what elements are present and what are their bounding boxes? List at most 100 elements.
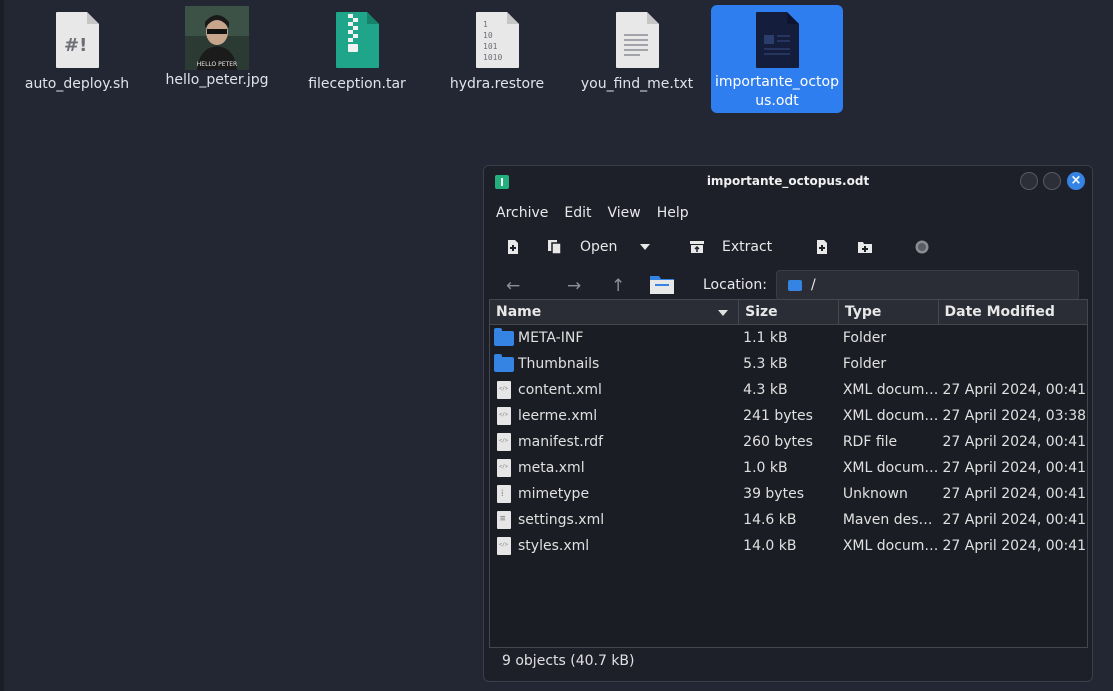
archive-icon: [334, 11, 380, 69]
file-name: content.xml: [518, 382, 602, 398]
file-name-cell: meta.xml: [490, 459, 739, 477]
stop-icon: [915, 240, 929, 254]
text-file-icon: [614, 11, 660, 69]
titlebar[interactable]: importante_octopus.odt ×: [484, 166, 1092, 198]
menu-edit[interactable]: Edit: [564, 205, 591, 221]
table-row[interactable]: META-INF 1.1 kB Folder: [490, 325, 1087, 351]
folder-icon: [494, 327, 514, 346]
file-type: RDF file: [842, 434, 898, 450]
binary-file-icon: [497, 485, 511, 503]
add-folder-button[interactable]: [858, 234, 872, 260]
column-header-date[interactable]: Date Modified: [939, 300, 1088, 324]
table-row[interactable]: settings.xml 14.6 kB Maven desc…27 April 2…: [490, 507, 1087, 533]
add-folder-icon: [858, 242, 872, 253]
desktop-icon-label: you_find_me.txt: [580, 76, 694, 92]
xml-file-icon: [497, 433, 511, 451]
forward-arrow-icon[interactable]: →: [567, 276, 581, 296]
file-date: 27 April 2024, 00:41: [942, 486, 1087, 502]
column-header-type[interactable]: Type: [839, 300, 939, 324]
extract-button[interactable]: Extract: [690, 234, 772, 260]
xml-file-icon: [497, 407, 511, 425]
file-type: Folder: [842, 356, 887, 372]
file-date: 27 April 2024, 00:41: [942, 512, 1087, 528]
text-file-icon: [497, 511, 511, 529]
toolbar: Open Extract: [484, 228, 1092, 266]
back-arrow-icon[interactable]: ←: [506, 276, 520, 296]
file-list-header: Name Size Type Date Modified: [490, 300, 1087, 325]
status-bar: 9 objects (40.7 kB): [502, 653, 635, 669]
file-name: settings.xml: [518, 512, 605, 528]
file-size: 260 bytes: [743, 434, 813, 450]
up-arrow-icon[interactable]: ↑: [611, 276, 625, 296]
location-path: /: [811, 277, 816, 293]
menu-view[interactable]: View: [608, 205, 641, 221]
file-size: 241 bytes: [743, 408, 813, 424]
extract-icon: [690, 241, 704, 253]
open-button[interactable]: Open: [548, 234, 617, 260]
file-size: 14.6 kB: [743, 512, 797, 528]
file-size: 5.3 kB: [743, 356, 788, 372]
table-row[interactable]: mimetype 39 bytes Unknown 27 April 2024, 00…: [490, 481, 1087, 507]
close-icon: ×: [1070, 173, 1082, 188]
add-files-button[interactable]: [815, 234, 829, 260]
desktop-icon-label: importante_octopus.odt: [715, 74, 839, 109]
file-name: manifest.rdf: [518, 434, 604, 450]
minimize-button[interactable]: [1020, 172, 1038, 190]
location-field[interactable]: /: [776, 270, 1079, 300]
desktop-icon-importante-octopus[interactable]: importante_octopus.odt: [711, 5, 843, 113]
file-type: Unknown: [842, 486, 908, 502]
desktop-icon-auto-deploy[interactable]: #! auto_deploy.sh: [11, 5, 143, 113]
table-row[interactable]: meta.xml 1.0 kB XML docum…27 April 2024, 0…: [490, 455, 1087, 481]
file-type: Folder: [842, 330, 887, 346]
table-row[interactable]: content.xml 4.3 kB XML docum…27 April 2024…: [490, 377, 1087, 403]
document-icon: [754, 11, 800, 69]
xml-file-icon: [497, 381, 511, 399]
table-row[interactable]: Thumbnails 5.3 kB Folder: [490, 351, 1087, 377]
desktop-icon-label: fileception.tar: [308, 76, 406, 92]
home-folder-icon[interactable]: [650, 274, 674, 298]
menu-archive[interactable]: Archive: [496, 205, 548, 221]
file-rows: META-INF 1.1 kB Folder Thumbnails 5.3 kB Fold…: [490, 325, 1087, 559]
file-size: 14.0 kB: [743, 538, 797, 554]
folder-icon: [788, 280, 802, 291]
column-header-size[interactable]: Size: [739, 300, 839, 324]
file-name: leerme.xml: [518, 408, 598, 424]
file-name-cell: styles.xml: [490, 537, 739, 555]
thumbnail-caption: HELLO PETER: [197, 61, 237, 68]
file-type: XML docum…: [842, 538, 939, 554]
file-name-cell: META-INF: [490, 327, 739, 346]
file-name: mimetype: [518, 486, 590, 502]
desktop-icon-label: hello_peter.jpg: [165, 72, 269, 88]
folder-icon: [494, 353, 514, 372]
desktop-icon-label: auto_deploy.sh: [24, 76, 130, 92]
table-row[interactable]: styles.xml 14.0 kB XML docum…27 April 2024…: [490, 533, 1087, 559]
column-header-name[interactable]: Name: [490, 300, 740, 324]
close-button[interactable]: ×: [1067, 172, 1085, 190]
stop-button[interactable]: [915, 234, 929, 260]
svg-text:10: 10: [483, 31, 493, 40]
desktop-icon-hello-peter[interactable]: HELLO PETER hello_peter.jpg: [151, 5, 283, 113]
file-date: 27 April 2024, 00:41: [942, 460, 1087, 476]
new-archive-button[interactable]: [506, 234, 520, 260]
file-name: META-INF: [518, 330, 584, 346]
desktop-icon-fileception[interactable]: fileception.tar: [291, 5, 423, 113]
table-row[interactable]: manifest.rdf 260 bytes RDF file 27 April 20…: [490, 429, 1087, 455]
desktop-icon-you-find-me[interactable]: you_find_me.txt: [571, 5, 703, 113]
menu-help[interactable]: Help: [657, 205, 689, 221]
file-date: 27 April 2024, 00:41: [942, 434, 1087, 450]
file-type: XML docum…: [842, 382, 939, 398]
file-name-cell: mimetype: [490, 485, 739, 503]
desktop-icon-hydra[interactable]: 1 10 101 1010 hydra.restore: [431, 5, 563, 113]
table-row[interactable]: leerme.xml 241 bytes XML docum…27 April 20…: [490, 403, 1087, 429]
menubar: Archive Edit View Help: [484, 198, 1092, 228]
maximize-button[interactable]: [1043, 172, 1061, 190]
file-name-cell: content.xml: [490, 381, 739, 399]
chevron-down-icon: [640, 244, 650, 250]
file-date: 27 April 2024, 00:41: [942, 382, 1087, 398]
add-file-icon: [817, 240, 827, 254]
open-dropdown-button[interactable]: [640, 234, 650, 260]
file-type: XML docum…: [842, 460, 939, 476]
image-thumbnail-icon: HELLO PETER: [185, 6, 249, 70]
location-label: Location:: [703, 277, 767, 293]
file-date: 27 April 2024, 00:41: [942, 538, 1087, 554]
